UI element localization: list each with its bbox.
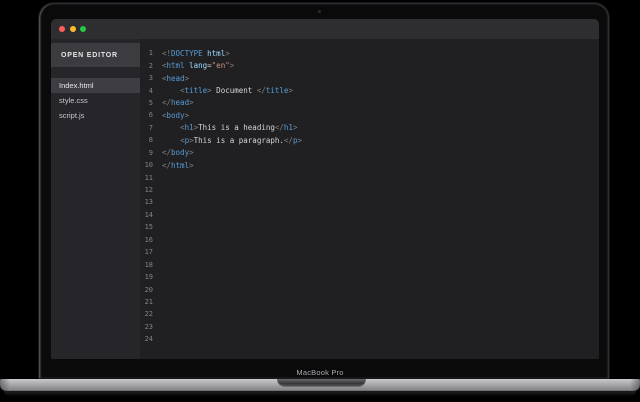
code-text: <h1>This is a heading</h1> — [162, 123, 297, 132]
line-number: 6 — [140, 111, 153, 119]
line-number: 16 — [140, 236, 153, 244]
code-editor-window: OPEN EDITOR Index.htmlstyle.cssscript.js… — [51, 19, 599, 359]
code-line[interactable]: 4 <title> Document </title> — [140, 84, 599, 96]
code-text: <body> — [162, 111, 189, 120]
editor-main: OPEN EDITOR Index.htmlstyle.cssscript.js… — [51, 39, 599, 359]
sidebar: OPEN EDITOR Index.htmlstyle.cssscript.js — [51, 39, 140, 359]
code-text: </head> — [162, 98, 194, 107]
file-list: Index.htmlstyle.cssscript.js — [51, 78, 140, 123]
macbook-lid: OPEN EDITOR Index.htmlstyle.cssscript.js… — [38, 2, 610, 379]
code-text: </html> — [162, 161, 194, 170]
line-number: 21 — [140, 298, 153, 306]
line-number: 3 — [140, 74, 153, 82]
code-text: <!DOCTYPE html> — [162, 49, 230, 58]
line-number: 24 — [140, 335, 153, 343]
code-line[interactable]: 23 — [140, 321, 599, 333]
webcam-dot — [318, 10, 321, 13]
lid-opening-notch — [277, 379, 366, 387]
code-line[interactable]: 10 </html> — [140, 159, 599, 171]
line-number: 13 — [140, 198, 153, 206]
close-button[interactable] — [59, 26, 65, 32]
line-number: 17 — [140, 248, 153, 256]
line-number: 7 — [140, 124, 153, 132]
editor-code-area[interactable]: 1 <!DOCTYPE html> 2 <html lang="en"> 3 <head>… — [140, 39, 599, 359]
line-number: 15 — [140, 223, 153, 231]
zoom-button[interactable] — [80, 26, 86, 32]
code-line[interactable]: 19 — [140, 271, 599, 283]
code-line[interactable]: 24 — [140, 333, 599, 345]
line-number: 11 — [140, 174, 153, 182]
code-line[interactable]: 16 — [140, 234, 599, 246]
line-number: 12 — [140, 186, 153, 194]
code-line[interactable]: 15 — [140, 221, 599, 233]
code-line[interactable]: 9 </body> — [140, 147, 599, 159]
code-line[interactable]: 3 <head> — [140, 72, 599, 84]
code-line[interactable]: 11 — [140, 171, 599, 183]
line-number: 4 — [140, 87, 153, 95]
line-number: 8 — [140, 136, 153, 144]
macbook-pro-label: MacBook Pro — [0, 368, 640, 377]
code-text: <title> Document </title> — [162, 86, 293, 95]
code-line[interactable]: 7 <h1>This is a heading</h1> — [140, 122, 599, 134]
line-number: 10 — [140, 161, 153, 169]
code-line[interactable]: 17 — [140, 246, 599, 258]
code-text: <html lang="en"> — [162, 61, 234, 70]
code-line[interactable]: 14 — [140, 209, 599, 221]
line-number: 18 — [140, 261, 153, 269]
window-titlebar — [51, 19, 599, 39]
code-line[interactable]: 18 — [140, 258, 599, 270]
line-number: 1 — [140, 49, 153, 57]
base-shadow — [4, 391, 636, 397]
code-text: </body> — [162, 148, 194, 157]
minimize-button[interactable] — [70, 26, 76, 32]
line-number: 23 — [140, 323, 153, 331]
line-number: 2 — [140, 62, 153, 70]
file-item-style-css[interactable]: style.css — [51, 93, 140, 108]
code-line[interactable]: 8 <p>This is a paragraph.</p> — [140, 134, 599, 146]
code-line[interactable]: 20 — [140, 283, 599, 295]
line-number: 14 — [140, 211, 153, 219]
line-number: 9 — [140, 149, 153, 157]
line-number: 20 — [140, 286, 153, 294]
code-text: <p>This is a paragraph.</p> — [162, 136, 302, 145]
open-editor-header[interactable]: OPEN EDITOR — [51, 43, 140, 67]
code-line[interactable]: 12 — [140, 184, 599, 196]
code-line[interactable]: 13 — [140, 196, 599, 208]
code-line[interactable]: 21 — [140, 296, 599, 308]
code-line[interactable]: 6 <body> — [140, 109, 599, 121]
code-line[interactable]: 5 </head> — [140, 97, 599, 109]
line-number: 22 — [140, 310, 153, 318]
line-number: 5 — [140, 99, 153, 107]
code-line[interactable]: 22 — [140, 308, 599, 320]
file-item-index-html[interactable]: Index.html — [51, 78, 140, 93]
line-number: 19 — [140, 273, 153, 281]
code-text: <head> — [162, 74, 189, 83]
code-line[interactable]: 1 <!DOCTYPE html> — [140, 47, 599, 59]
code-line[interactable]: 2 <html lang="en"> — [140, 59, 599, 71]
file-item-script-js[interactable]: script.js — [51, 108, 140, 123]
